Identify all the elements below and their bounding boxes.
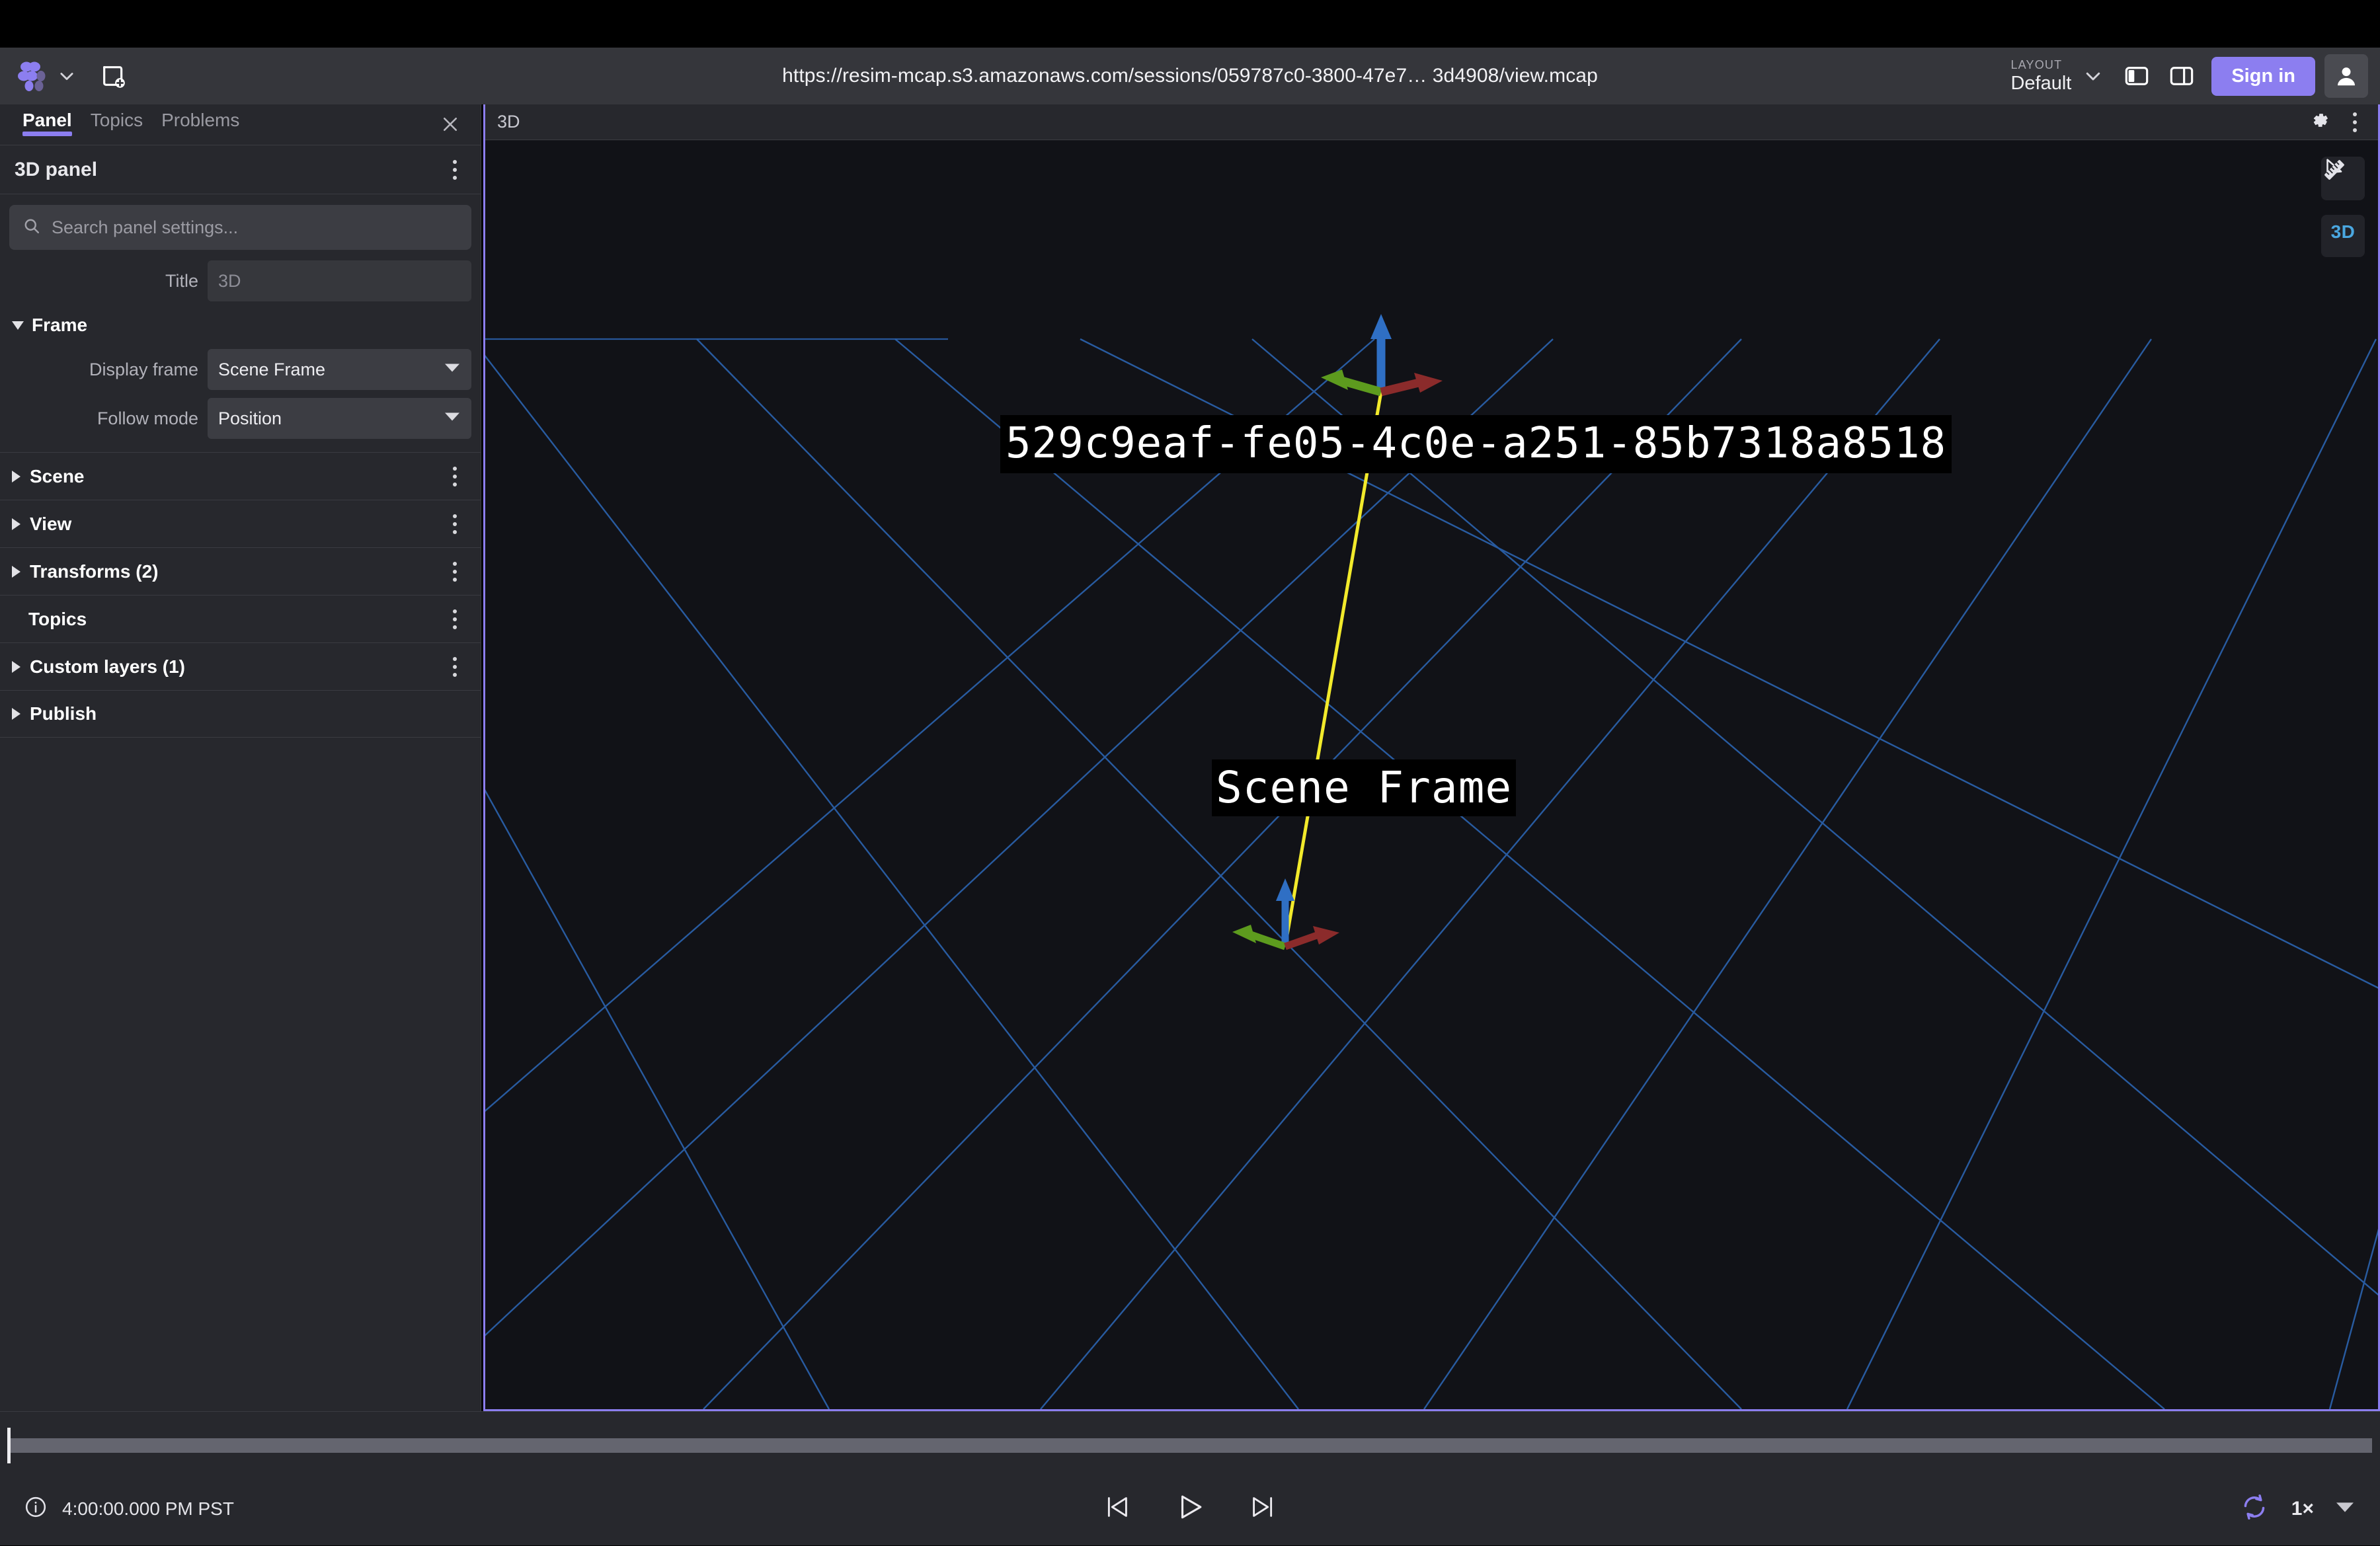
chevron-right-icon [12, 660, 20, 673]
search-icon [22, 217, 41, 239]
layout-value: Default [2010, 72, 2072, 94]
title-field-row: Title 3D [0, 256, 481, 305]
title-placeholder: 3D [218, 270, 241, 291]
sidebar-section-publish[interactable]: Publish [0, 690, 481, 738]
3d-panel-header: 3D [485, 104, 2378, 140]
follow-mode-value: Position [218, 408, 282, 428]
search-input[interactable] [52, 217, 458, 238]
section-label: View [30, 513, 72, 534]
info-icon[interactable] [24, 1495, 48, 1522]
session-url-text: https://resim-mcap.s3.amazonaws.com/sess… [782, 65, 1598, 87]
3d-panel-title: 3D [497, 112, 520, 132]
chevron-right-icon [12, 470, 20, 483]
collapsible-section-list: Scene View Transforms (2) Topics Custom … [0, 452, 481, 738]
timeline-track[interactable] [8, 1438, 2372, 1453]
left-sidebar-toggle-icon[interactable] [2116, 56, 2157, 97]
panel-settings-gear-icon[interactable] [2309, 110, 2330, 134]
search-panel-settings-box[interactable] [9, 205, 471, 250]
seek-forward-icon[interactable] [1248, 1492, 1278, 1526]
layout-caption: LAYOUT [2010, 58, 2063, 71]
3d-mode-tool-group[interactable]: 3D [2321, 160, 2365, 257]
playback-right-controls: 1× [2240, 1492, 2354, 1525]
layout-selector[interactable]: LAYOUT Default [2004, 58, 2074, 94]
toolbar-left-group [0, 56, 134, 97]
sign-in-button[interactable]: Sign in [2211, 56, 2315, 96]
follow-mode-select[interactable]: Position [208, 398, 471, 439]
3d-tool-rail: 3D [2321, 157, 2365, 257]
section-menu-kebab-icon[interactable] [446, 510, 463, 539]
section-menu-kebab-icon[interactable] [446, 462, 463, 491]
chevron-right-icon [12, 565, 20, 578]
loop-icon[interactable] [2240, 1492, 2269, 1525]
scene-frame-label: Scene Frame [1212, 759, 1517, 816]
sidebar-section-scene[interactable]: Scene [0, 452, 481, 500]
tab-topics[interactable]: Topics [81, 104, 152, 131]
close-sidebar-icon[interactable] [437, 111, 463, 137]
playback-bar: 4:00:00.000 PM PST 1× [0, 1411, 2380, 1545]
chevron-down-icon [12, 321, 24, 330]
foxglove-logo-icon[interactable] [15, 57, 53, 95]
section-label: Scene [30, 465, 85, 486]
chevron-right-icon [12, 518, 20, 530]
frame-id-label: 529c9eaf-fe05-4c0e-a251-85b7318a8518 [1000, 415, 1952, 473]
panel-title-row: 3D panel [0, 145, 481, 194]
section-menu-kebab-icon[interactable] [446, 652, 463, 681]
timeline-scrubber[interactable] [0, 1428, 2380, 1463]
current-time-label: 4:00:00.000 PM PST [62, 1498, 234, 1519]
display-frame-label: Display frame [89, 359, 198, 379]
follow-mode-row: Follow mode Position [0, 394, 481, 443]
display-frame-select[interactable]: Scene Frame [208, 349, 471, 390]
sidebar-section-view[interactable]: View [0, 500, 481, 547]
sidebar-section-transforms[interactable]: Transforms (2) [0, 547, 481, 595]
logo-dropdown-chevron-down-icon[interactable] [57, 66, 77, 86]
display-frame-row: Display frame Scene Frame [0, 345, 481, 394]
current-time-block: 4:00:00.000 PM PST [0, 1495, 234, 1522]
select-chevron-down-icon [445, 412, 459, 425]
section-label: Transforms (2) [30, 560, 159, 582]
section-menu-kebab-icon[interactable] [446, 605, 463, 634]
display-frame-value: Scene Frame [218, 359, 326, 379]
chevron-right-icon [12, 708, 20, 720]
follow-mode-label: Follow mode [97, 408, 198, 428]
title-input[interactable]: 3D [208, 260, 471, 301]
3d-panel-menu-kebab-icon[interactable] [2346, 108, 2363, 137]
seek-backward-icon[interactable] [1102, 1492, 1132, 1526]
speed-chevron-down-icon[interactable] [2336, 1502, 2354, 1516]
tab-panel[interactable]: Panel [13, 104, 81, 136]
sidebar-section-custom-layers[interactable]: Custom layers (1) [0, 642, 481, 690]
playback-controls-row: 4:00:00.000 PM PST 1× [0, 1471, 2380, 1546]
3d-mode-label: 3D [2330, 221, 2356, 242]
frame-group-label: Frame [32, 315, 88, 335]
3d-panel: 3D 529c9eaf-fe05-4c0e-a251-85b7318a8518 … [483, 104, 2380, 1411]
settings-sidebar: Panel Topics Problems 3D panel Search pa… [0, 104, 481, 1411]
sidebar-tabs: Panel Topics Problems [0, 104, 481, 145]
layout-chevron-down-icon[interactable] [2074, 57, 2112, 95]
play-icon[interactable] [1173, 1490, 1207, 1527]
section-label: Topics [28, 608, 87, 629]
toolbar-right-group: LAYOUT Default Sign in [2004, 48, 2368, 104]
section-label: Custom layers (1) [30, 656, 185, 677]
transport-controls [0, 1490, 2380, 1527]
add-panel-icon[interactable] [93, 56, 134, 97]
timeline-playhead[interactable] [7, 1428, 11, 1463]
3d-canvas[interactable]: 529c9eaf-fe05-4c0e-a251-85b7318a8518 Sce… [485, 141, 2378, 1409]
title-field-label: Title [165, 270, 198, 291]
select-chevron-down-icon [445, 364, 459, 376]
user-avatar-button[interactable] [2324, 54, 2368, 98]
app-window: https://resim-mcap.s3.amazonaws.com/sess… [0, 0, 2380, 1545]
right-sidebar-toggle-icon[interactable] [2161, 56, 2202, 97]
panel-menu-kebab-icon[interactable] [446, 155, 463, 184]
sidebar-section-topics[interactable]: Topics [0, 595, 481, 642]
frame-group-header[interactable]: Frame [0, 305, 481, 345]
top-toolbar: https://resim-mcap.s3.amazonaws.com/sess… [0, 48, 2380, 104]
section-label: Publish [30, 703, 97, 724]
panel-title: 3D panel [15, 158, 98, 180]
search-panel-settings-wrap [0, 194, 481, 256]
playback-speed-label: 1× [2291, 1497, 2314, 1520]
tab-problems[interactable]: Problems [152, 104, 249, 131]
section-menu-kebab-icon[interactable] [446, 557, 463, 586]
